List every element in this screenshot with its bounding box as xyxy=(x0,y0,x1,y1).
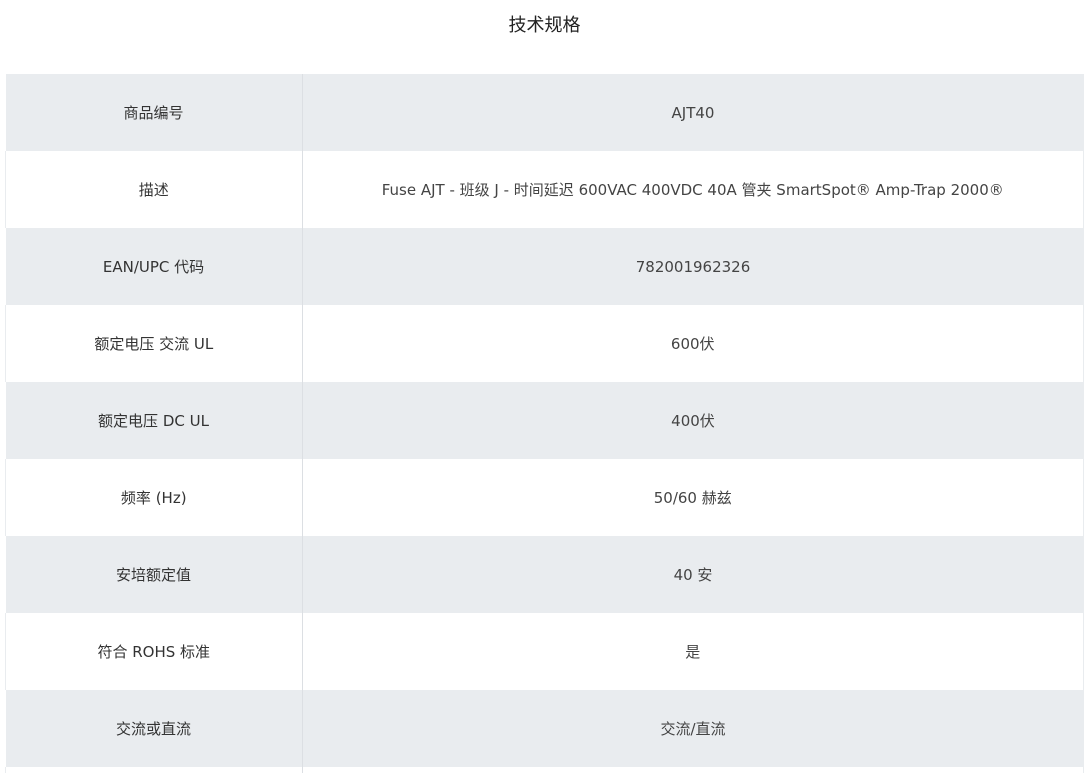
spec-value: 是 xyxy=(302,613,1084,690)
spec-value: 782001962326 xyxy=(302,228,1084,305)
page-title: 技术规格 xyxy=(508,15,581,36)
spec-label: 安培额定值 xyxy=(5,536,303,613)
spec-row-part-number: 商品编号 AJT40 xyxy=(5,74,1084,151)
spec-row-partial xyxy=(5,767,1084,773)
spec-label: 交流或直流 xyxy=(5,690,303,767)
spec-table: 商品编号 AJT40 描述 Fuse AJT - 班级 J - 时间延迟 600… xyxy=(5,74,1084,773)
spec-label: 频率 (Hz) xyxy=(5,459,303,536)
spec-row-frequency: 频率 (Hz) 50/60 赫兹 xyxy=(5,459,1084,536)
spec-row-amp-rating: 安培额定值 40 安 xyxy=(5,536,1084,613)
spec-value-empty xyxy=(302,767,1084,773)
spec-label: EAN/UPC 代码 xyxy=(5,228,303,305)
spec-row-description: 描述 Fuse AJT - 班级 J - 时间延迟 600VAC 400VDC … xyxy=(5,151,1084,228)
spec-value: 600伏 xyxy=(302,305,1084,382)
spec-label: 额定电压 交流 UL xyxy=(5,305,303,382)
spec-row-voltage-ac: 额定电压 交流 UL 600伏 xyxy=(5,305,1084,382)
spec-label: 商品编号 xyxy=(5,74,303,151)
spec-value: 50/60 赫兹 xyxy=(302,459,1084,536)
spec-value: 交流/直流 xyxy=(302,690,1084,767)
spec-value: Fuse AJT - 班级 J - 时间延迟 600VAC 400VDC 40A… xyxy=(302,151,1084,228)
spec-label: 额定电压 DC UL xyxy=(5,382,303,459)
spec-value: 400伏 xyxy=(302,382,1084,459)
spec-label: 描述 xyxy=(5,151,303,228)
spec-row-rohs: 符合 ROHS 标准 是 xyxy=(5,613,1084,690)
spec-value: AJT40 xyxy=(302,74,1084,151)
spec-row-ean-upc: EAN/UPC 代码 782001962326 xyxy=(5,228,1084,305)
spec-label: 符合 ROHS 标准 xyxy=(5,613,303,690)
spec-label-empty xyxy=(5,767,303,773)
spec-value: 40 安 xyxy=(302,536,1084,613)
spec-row-ac-dc: 交流或直流 交流/直流 xyxy=(5,690,1084,767)
spec-row-voltage-dc: 额定电压 DC UL 400伏 xyxy=(5,382,1084,459)
